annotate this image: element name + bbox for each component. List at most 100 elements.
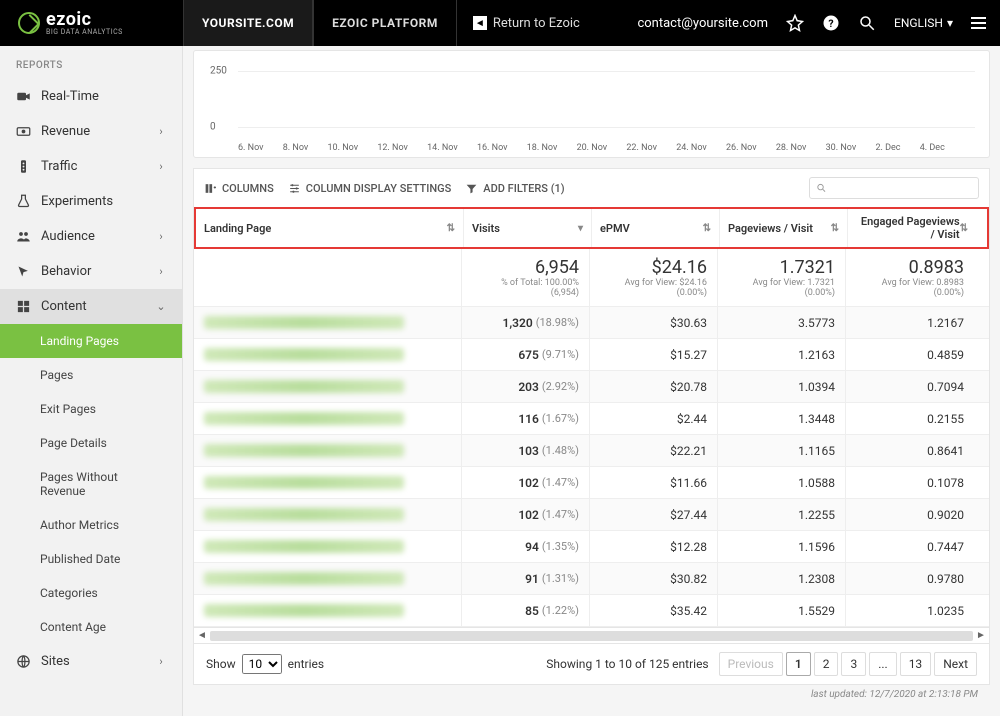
grid-icon — [16, 299, 31, 314]
table-row[interactable]: 102(1.47%)$11.661.05880.1078 — [194, 467, 989, 499]
scroll-track[interactable] — [210, 631, 973, 641]
sidebar-item-sites[interactable]: Sites › — [0, 644, 182, 679]
table-footer: Show 10 entries Showing 1 to 10 of 125 e… — [193, 644, 990, 685]
sidebar-page-1[interactable]: 1 — [786, 652, 811, 676]
th-visits[interactable]: Visits▾ — [464, 209, 592, 247]
y-tick: 0 — [210, 122, 216, 133]
subitem-page-details[interactable]: Page Details — [0, 426, 182, 460]
sidebar-item-realtime[interactable]: Real-Time — [0, 79, 182, 114]
table-row[interactable]: 675(9.71%)$15.271.21630.4859 — [194, 339, 989, 371]
th-landing-page[interactable]: Landing Page⇅ — [196, 209, 464, 247]
table-row[interactable]: 1,320(18.98%)$30.633.57731.2167 — [194, 307, 989, 339]
table-search[interactable] — [809, 177, 979, 199]
table-row[interactable]: 91(1.31%)$30.821.23080.9780 — [194, 563, 989, 595]
th-engaged-pageviews-visit[interactable]: Engaged Pageviews / Visit⇅ — [848, 209, 976, 247]
star-icon[interactable] — [786, 14, 804, 32]
logo[interactable]: ezoic BIG DATA ANALYTICS — [0, 11, 183, 36]
cell-ppv: 1.3448 — [718, 403, 846, 434]
cell-ppv: 1.2255 — [718, 499, 846, 530]
cell-ppv: 1.1165 — [718, 435, 846, 466]
chevron-right-icon: › — [156, 160, 166, 173]
traffic-icon — [16, 159, 31, 174]
x-tick: 2. Dec — [875, 143, 900, 153]
x-tick: 10. Nov — [328, 143, 359, 153]
subitem-landing-pages[interactable]: Landing Pages — [0, 324, 182, 358]
th-epmv[interactable]: ePMV⇅ — [592, 209, 720, 247]
subitem-pages[interactable]: Pages — [0, 358, 182, 392]
search-input[interactable] — [831, 181, 972, 195]
brand-tagline: BIG DATA ANALYTICS — [46, 29, 123, 36]
language-selector[interactable]: ENGLISH ▾ — [894, 16, 953, 30]
cell-eppv: 0.9780 — [846, 563, 974, 594]
table-row[interactable]: 203(2.92%)$20.781.03940.7094 — [194, 371, 989, 403]
table-row[interactable]: 94(1.35%)$12.281.15960.7447 — [194, 531, 989, 563]
subitem-categories[interactable]: Categories — [0, 576, 182, 610]
redacted-url — [204, 508, 404, 521]
sidebar-item-experiments[interactable]: Experiments — [0, 184, 182, 219]
table-row[interactable]: 85(1.22%)$35.421.55291.0235 — [194, 595, 989, 627]
pager-prev[interactable]: Previous — [719, 652, 783, 676]
menu-icon[interactable] — [971, 17, 986, 29]
columns-button[interactable]: COLUMNS — [204, 182, 274, 195]
cell-epmv: $35.42 — [590, 595, 718, 626]
sidebar-item-audience[interactable]: Audience › — [0, 219, 182, 254]
redacted-url — [204, 316, 404, 329]
sidebar-item-content[interactable]: Content ⌄ — [0, 289, 182, 324]
cell-epmv: $12.28 — [590, 531, 718, 562]
subtext: Avg for View: 0.8983 (0.00%) — [856, 278, 964, 298]
subitem-content-age[interactable]: Content Age — [0, 610, 182, 644]
column-display-button[interactable]: COLUMN DISPLAY SETTINGS — [288, 182, 452, 195]
sidebar-page-3[interactable]: 3 — [841, 652, 866, 676]
subitem-author-metrics[interactable]: Author Metrics — [0, 508, 182, 542]
cell-landing-page — [194, 403, 462, 434]
cell-visits: 116(1.67%) — [462, 403, 590, 434]
grid-line — [238, 127, 975, 128]
help-icon[interactable]: ? — [822, 14, 840, 32]
cell-landing-page — [194, 595, 462, 626]
table-row[interactable]: 102(1.47%)$27.441.22550.9020 — [194, 499, 989, 531]
sidebar-page-13[interactable]: 13 — [900, 652, 932, 676]
add-filters-button[interactable]: ADD FILTERS (1) — [465, 182, 564, 195]
cell-epmv: $15.27 — [590, 339, 718, 370]
x-tick: 26. Nov — [726, 143, 757, 153]
subitem-pages-without-revenue[interactable]: Pages Without Revenue — [0, 460, 182, 508]
table-row[interactable]: 116(1.67%)$2.441.34480.2155 — [194, 403, 989, 435]
search-icon[interactable] — [858, 14, 876, 32]
subitem-exit-pages[interactable]: Exit Pages — [0, 392, 182, 426]
scroll-left-icon[interactable]: ◄ — [194, 630, 210, 641]
cursor-icon — [16, 264, 31, 279]
value: 1.7321 — [728, 257, 835, 278]
return-link[interactable]: ◄ Return to Ezoic — [473, 16, 580, 31]
back-icon: ◄ — [473, 16, 487, 30]
sort-desc-icon: ▾ — [578, 223, 583, 234]
chevron-right-icon: › — [156, 265, 166, 278]
table-row[interactable]: 103(1.48%)$22.211.11650.8641 — [194, 435, 989, 467]
chevron-down-icon: ⌄ — [156, 300, 166, 313]
contact-email[interactable]: contact@yoursite.com — [637, 16, 768, 31]
table-body: 1,320(18.98%)$30.633.57731.2167675(9.71%… — [194, 307, 989, 627]
cell-visits: 675(9.71%) — [462, 339, 590, 370]
scroll-right-icon[interactable]: ► — [973, 630, 989, 641]
sort-icon: ⇅ — [831, 223, 839, 234]
main-content: 250 0 6. Nov8. Nov10. Nov12. Nov14. Nov1… — [183, 46, 1000, 716]
nav-label: Traffic — [41, 159, 77, 174]
cell-eppv: 0.9020 — [846, 499, 974, 530]
pager-next[interactable]: Next — [934, 652, 977, 676]
page-size-select[interactable]: 10 — [242, 654, 282, 674]
cell-epmv: $27.44 — [590, 499, 718, 530]
summary-ppv: 1.7321 Avg for View: 1.7321 (0.00%) — [718, 249, 846, 306]
subitem-published-date[interactable]: Published Date — [0, 542, 182, 576]
th-pageviews-visit[interactable]: Pageviews / Visit⇅ — [720, 209, 848, 247]
pager-ellipsis: ... — [869, 652, 897, 676]
x-axis-ticks: 6. Nov8. Nov10. Nov12. Nov14. Nov16. Nov… — [204, 139, 979, 153]
tab-yoursite[interactable]: YOURSITE.COM — [183, 0, 313, 46]
chart-area[interactable]: 250 0 — [204, 59, 979, 139]
sidebar-item-traffic[interactable]: Traffic › — [0, 149, 182, 184]
sidebar-page-2[interactable]: 2 — [814, 652, 839, 676]
camera-icon — [16, 89, 31, 104]
sidebar-item-revenue[interactable]: Revenue › — [0, 114, 182, 149]
cell-eppv: 0.7447 — [846, 531, 974, 562]
horizontal-scrollbar[interactable]: ◄ ► — [193, 628, 990, 644]
tab-platform[interactable]: EZOIC PLATFORM — [313, 0, 457, 46]
sidebar-item-behavior[interactable]: Behavior › — [0, 254, 182, 289]
